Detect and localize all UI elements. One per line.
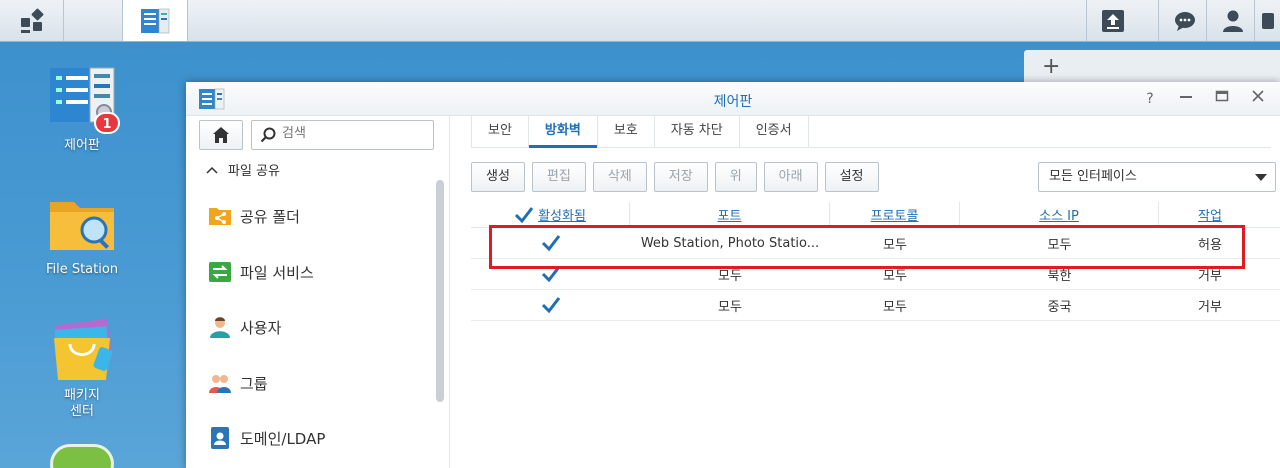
check-icon[interactable] [514, 205, 534, 225]
settings-button[interactable]: 설정 [824, 162, 879, 192]
window-titlebar[interactable]: 제어판 ? [186, 82, 1280, 116]
sidebar-item-label: 사용자 [240, 318, 282, 337]
create-button[interactable]: 생성 [471, 162, 525, 192]
group-icon [209, 375, 231, 393]
tab-auto-block[interactable]: 자동 차단 [655, 116, 740, 147]
desktop-icon-label: File Station [45, 262, 119, 277]
check-icon[interactable] [541, 295, 561, 315]
highlight-annotation [489, 225, 1245, 269]
sidebar-item-label: 그룹 [240, 374, 268, 393]
control-panel-window: 제어판 ? 검색 파일 공유 공유 폴더 파일 서비스 사용자 그룹 도메인/L… [186, 82, 1280, 468]
tab-bar: 보안 방화벽 보호 자동 차단 인증서 [471, 116, 1271, 148]
tab-protection[interactable]: 보호 [598, 116, 655, 147]
toolbar: 생성 편집 삭제 저장 위 아래 설정 [471, 162, 879, 192]
window-title: 제어판 [713, 94, 753, 110]
maximize-icon[interactable] [1210, 88, 1234, 110]
cell-action: 거부 [1198, 299, 1222, 315]
search-box[interactable] [251, 120, 434, 150]
control-panel-icon [141, 8, 170, 33]
cell-port: 모두 [718, 299, 742, 315]
header-source-ip[interactable]: 소스 IP [960, 202, 1159, 227]
sidebar-scrollbar[interactable] [436, 180, 444, 402]
minimize-icon[interactable] [1174, 88, 1198, 110]
move-down-button[interactable]: 아래 [763, 162, 818, 192]
shared-folder-icon [209, 208, 231, 225]
package-bag-icon [46, 318, 118, 382]
content-area: 보안 방화벽 보호 자동 차단 인증서 생성 편집 삭제 저장 위 아래 설정 … [451, 116, 1280, 468]
sidebar-item-group[interactable]: 그룹 [208, 365, 268, 401]
desktop-icon-file-station[interactable]: File Station [22, 192, 142, 277]
control-panel-icon: 1 [46, 64, 120, 134]
taskbar [0, 0, 1280, 42]
chevron-down-icon [1255, 174, 1267, 181]
interface-select[interactable]: 모든 인터페이스 [1038, 162, 1276, 192]
options-icon [1261, 12, 1274, 29]
desktop: 1 제어판 File Station 패키지 센터 + 제어판 ? 검색 파일 … [0, 0, 1280, 468]
taskbar-control-panel-button[interactable] [122, 0, 188, 41]
move-up-button[interactable]: 위 [714, 162, 757, 192]
tab-firewall[interactable]: 방화벽 [528, 116, 598, 148]
interface-select-value: 모든 인터페이스 [1049, 169, 1137, 184]
user-button[interactable] [1206, 0, 1258, 41]
sidebar-item-shared-folder[interactable]: 공유 폴더 [208, 198, 300, 234]
grid-icon [20, 8, 43, 33]
desktop-icon-package-center[interactable]: 패키지 센터 [22, 318, 142, 420]
home-button[interactable] [199, 120, 243, 150]
user-icon [210, 317, 230, 338]
domain-icon [211, 427, 229, 449]
tab-certificate[interactable]: 인증서 [740, 116, 809, 147]
folder-search-icon [46, 192, 118, 256]
tab-security[interactable]: 보안 [471, 116, 529, 147]
desktop-icon-partial[interactable] [50, 444, 114, 468]
add-icon[interactable]: + [1042, 54, 1060, 79]
sidebar-item-file-services[interactable]: 파일 서비스 [208, 254, 314, 290]
section-header-file-sharing[interactable]: 파일 공유 [206, 160, 280, 179]
sidebar: 파일 공유 공유 폴더 파일 서비스 [186, 116, 450, 468]
upload-icon [1101, 9, 1124, 32]
user-icon [1222, 10, 1243, 32]
chat-icon [1174, 11, 1195, 31]
sidebar-item-label: 파일 서비스 [240, 263, 314, 282]
desktop-icon-control-panel[interactable]: 1 제어판 [22, 64, 142, 153]
notification-badge: 1 [94, 112, 120, 134]
file-services-icon [209, 262, 231, 282]
sidebar-item-user[interactable]: 사용자 [208, 309, 281, 345]
sidebar-item-label: 공유 폴더 [240, 207, 300, 226]
section-label: 파일 공유 [228, 164, 280, 179]
cell-source-ip: 중국 [1047, 299, 1072, 315]
home-icon [213, 127, 229, 143]
header-port[interactable]: 포트 [630, 202, 830, 227]
sidebar-item-label: 도메인/LDAP [240, 429, 326, 448]
edit-button[interactable]: 편집 [531, 162, 586, 192]
close-icon[interactable] [1246, 88, 1270, 110]
search-input[interactable] [282, 126, 422, 141]
help-icon[interactable]: ? [1138, 88, 1162, 110]
delete-button[interactable]: 삭제 [592, 162, 647, 192]
search-icon [260, 127, 276, 143]
table-row[interactable]: 모두 모두 중국 거부 [471, 290, 1280, 321]
header-label: 활성화됨 [538, 209, 586, 224]
desktop-icon-label: 제어판 [64, 138, 100, 153]
desktop-icon-label: 패키지 센터 [64, 388, 100, 419]
main-menu-button[interactable] [0, 0, 64, 41]
chevron-up-icon [206, 166, 218, 174]
upload-button[interactable] [1086, 0, 1138, 41]
header-protocol[interactable]: 프로토콜 [830, 202, 960, 227]
cell-protocol: 모두 [883, 299, 907, 315]
header-enabled[interactable]: 활성화됨 [471, 202, 630, 227]
notifications-button[interactable] [1158, 0, 1210, 41]
options-button[interactable] [1254, 0, 1280, 41]
save-button[interactable]: 저장 [653, 162, 708, 192]
sidebar-item-domain-ldap[interactable]: 도메인/LDAP [208, 420, 325, 456]
header-action[interactable]: 작업 [1159, 202, 1261, 227]
